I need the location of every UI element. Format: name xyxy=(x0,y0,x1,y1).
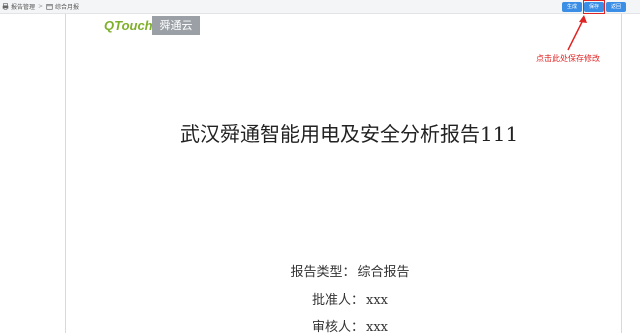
report-type-line: 报告类型： 综合报告 xyxy=(250,261,450,280)
logo-brand-cn: 舜通云 xyxy=(152,16,200,35)
reviewer-line: 审核人： xxx xyxy=(250,316,450,335)
report-title[interactable]: 武汉舜通智能用电及安全分析报告111 xyxy=(180,118,560,147)
company-logo: QTouch 舜通云 xyxy=(104,16,200,35)
report-type-label: 报告类型： xyxy=(290,265,356,280)
breadcrumb-separator: > xyxy=(38,3,44,10)
report-type-value[interactable]: 综合报告 xyxy=(358,265,410,280)
printer-icon xyxy=(2,3,9,10)
logo-brand-en: QTouch xyxy=(104,16,153,35)
breadcrumb: 报告管理 > 综合月报 xyxy=(2,1,79,12)
back-button[interactable]: 返回 xyxy=(606,2,626,12)
generate-button[interactable]: 生成 xyxy=(562,2,582,12)
approver-label: 批准人： xyxy=(311,293,364,308)
breadcrumb-item-report-management[interactable]: 报告管理 xyxy=(11,2,35,11)
top-toolbar: 报告管理 > 综合月报 生成 保存 返回 xyxy=(0,0,640,14)
approver-value[interactable]: xxx xyxy=(366,293,388,308)
breadcrumb-item-monthly-report[interactable]: 综合月报 xyxy=(55,2,79,11)
calendar-icon xyxy=(46,3,53,10)
annotation-arrow-icon xyxy=(560,12,590,56)
save-annotation-text: 点击此处保存修改 xyxy=(536,54,600,63)
approver-line: 批准人： xxx xyxy=(250,289,450,308)
